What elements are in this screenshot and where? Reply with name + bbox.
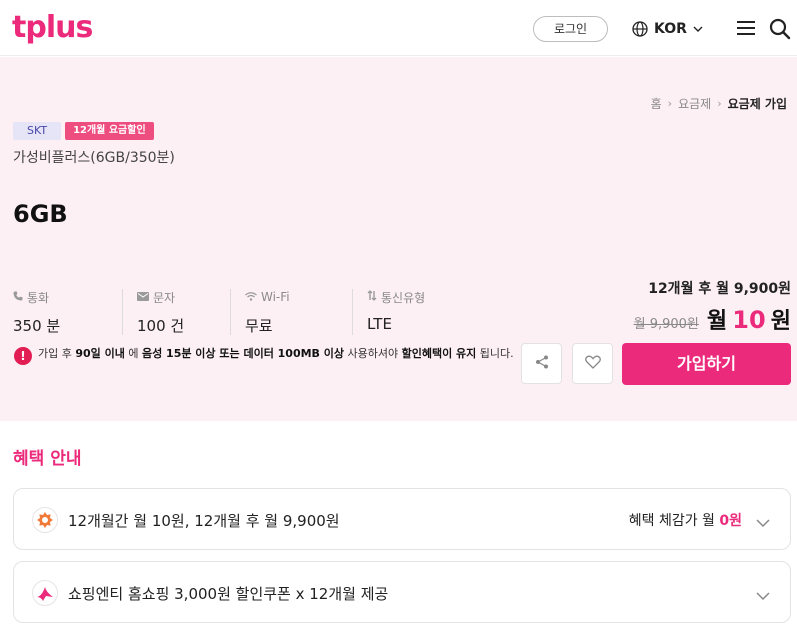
language-label: KOR [654, 21, 687, 37]
spec-network-value: LTE [367, 315, 392, 333]
price-amount: 10 [732, 306, 766, 334]
chevron-down-icon[interactable] [756, 513, 770, 528]
plan-summary-section: 홈 › 요금제 › 요금제 가입 SKT 12개월 요금할인 가성비플러스(6G… [0, 57, 797, 421]
chevron-down-icon [693, 25, 703, 33]
signal-icon [367, 290, 377, 304]
warning-icon: ! [14, 347, 32, 365]
heart-icon [584, 354, 601, 373]
benefit-item-discount[interactable]: 12개월간 월 10원, 12개월 후 월 9,900원 혜택 체감가 월 0원 [13, 488, 791, 550]
benefit-coupon-text: 쇼핑엔티 홈쇼핑 3,000원 할인쿠폰 x 12개월 제공 [68, 585, 389, 603]
globe-icon [632, 21, 648, 37]
spec-network-label: 통신유형 [381, 290, 426, 305]
top-navigation-bar: tplus 로그인 KOR [0, 0, 797, 56]
data-amount: 6GB [13, 200, 68, 228]
tplus-logo[interactable]: tplus [12, 10, 93, 46]
benefits-title: 혜택 안내 [13, 449, 82, 469]
price-original: 월 9,900원 [633, 317, 699, 332]
price-unit: 원 [770, 309, 791, 334]
breadcrumb-plans[interactable]: 요금제 [678, 95, 711, 112]
promo-badge: 12개월 요금할인 [65, 122, 154, 140]
price-current: 월 9,900원 월 10 원 [634, 303, 791, 335]
hamburger-menu-icon[interactable] [737, 20, 755, 36]
wifi-icon [245, 290, 257, 304]
discount-badge-icon [32, 507, 58, 533]
spec-call-value: 350 분 [13, 317, 61, 335]
plan-badges: SKT 12개월 요금할인 [13, 122, 154, 140]
breadcrumb-home[interactable]: 홈 [651, 95, 662, 112]
plan-name: 가성비플러스(6GB/350분) [13, 150, 175, 166]
spec-wifi-value: 무료 [245, 317, 273, 335]
login-button[interactable]: 로그인 [533, 16, 608, 42]
benefit-effective-price: 혜택 체감가 월 0원 [628, 513, 742, 529]
benefit-item-coupon[interactable]: 쇼핑엔티 홈쇼핑 3,000원 할인쿠폰 x 12개월 제공 [13, 561, 791, 623]
chevron-right-icon: › [667, 97, 673, 110]
spec-sms: 문자 100 건 [122, 289, 230, 335]
chevron-right-icon: › [717, 97, 722, 110]
favorite-button[interactable] [572, 343, 613, 384]
plan-specs: 통화 350 분 문자 100 건 Wi-Fi 무료 통신유형 LTE [0, 289, 460, 335]
spec-wifi-label: Wi-Fi [261, 290, 290, 304]
price-month-label: 월 [706, 309, 728, 334]
breadcrumb: 홈 › 요금제 › 요금제 가입 [651, 95, 787, 112]
share-button[interactable] [521, 343, 562, 384]
spec-network: 통신유형 LTE [352, 289, 474, 335]
spec-call-label: 통화 [27, 290, 50, 305]
mail-icon [137, 290, 149, 304]
language-selector[interactable]: KOR [632, 18, 703, 40]
spec-sms-value: 100 건 [137, 317, 185, 335]
usage-notice-text: 가입 후 90일 이내 에 음성 15분 이상 또는 데이터 100MB 이상 … [38, 347, 514, 360]
share-icon [535, 354, 549, 373]
phone-icon [13, 290, 23, 304]
search-icon[interactable] [769, 18, 791, 40]
price-after-promo: 12개월 후 월 9,900원 [648, 281, 791, 297]
carrier-badge: SKT [13, 122, 62, 140]
spec-call: 통화 350 분 [13, 289, 121, 336]
chevron-down-icon[interactable] [756, 586, 770, 601]
usage-notice: ! 가입 후 90일 이내 에 음성 15분 이상 또는 데이터 100MB 이… [14, 344, 514, 365]
join-button[interactable]: 가입하기 [622, 343, 791, 385]
benefit-discount-text: 12개월간 월 10원, 12개월 후 월 9,900원 [68, 512, 340, 530]
shopping-brand-icon [32, 580, 58, 606]
spec-sms-label: 문자 [153, 290, 176, 305]
spec-wifi: Wi-Fi 무료 [230, 289, 352, 335]
breadcrumb-current: 요금제 가입 [727, 97, 787, 111]
